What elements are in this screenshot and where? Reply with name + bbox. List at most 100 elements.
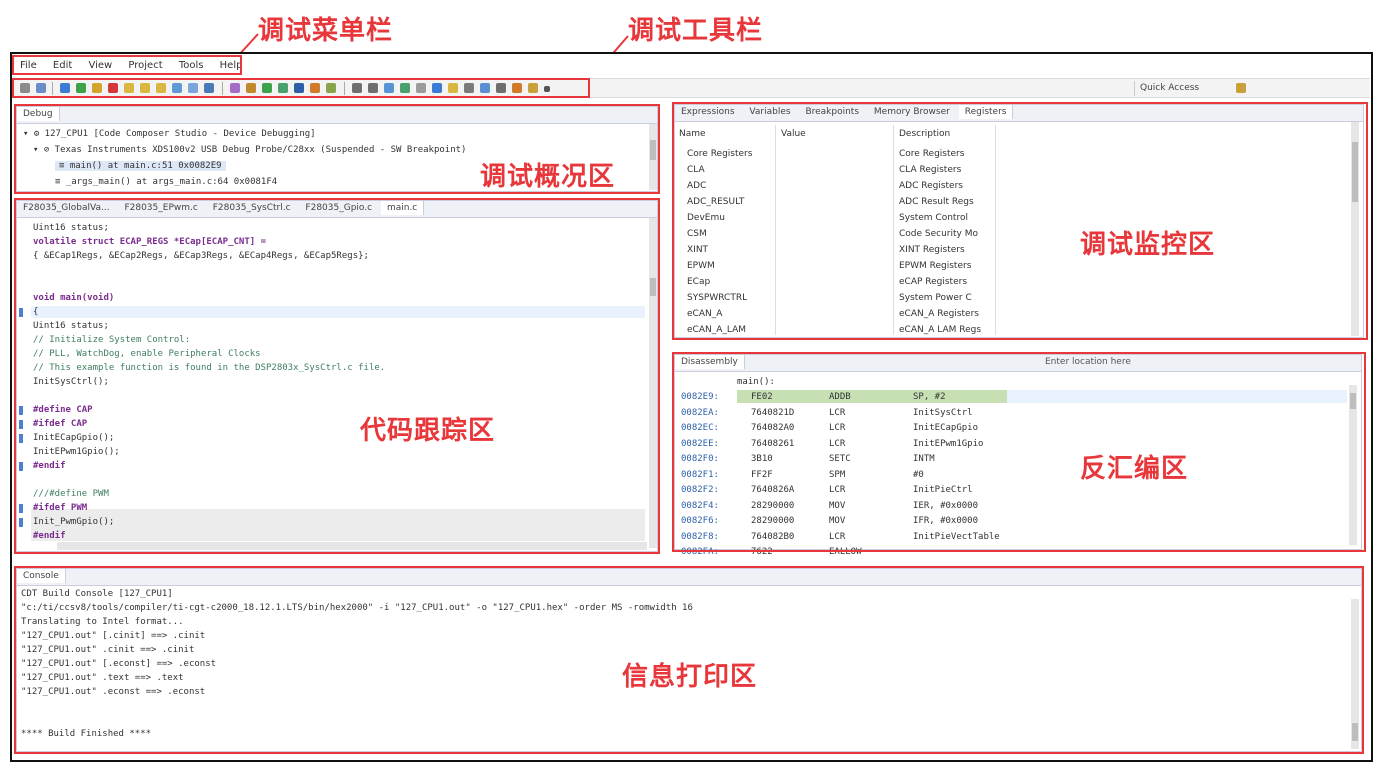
menu-file[interactable]: File bbox=[20, 60, 37, 71]
tab-epwm[interactable]: F28035_EPwm.c bbox=[118, 201, 203, 215]
chart-icon[interactable] bbox=[448, 83, 458, 93]
disasm-address[interactable]: 0082F0: bbox=[681, 454, 719, 464]
flash-icon[interactable] bbox=[246, 83, 256, 93]
register-name[interactable]: ADC_RESULT bbox=[687, 197, 744, 207]
disasm-address[interactable]: 0082F2: bbox=[681, 485, 719, 495]
disasm-address[interactable]: 0082F8: bbox=[681, 532, 719, 542]
forward-icon[interactable] bbox=[368, 83, 378, 93]
tab-disassembly[interactable]: Disassembly bbox=[675, 355, 745, 369]
disasm-address[interactable]: 0082F1: bbox=[681, 470, 719, 480]
tag-icon[interactable] bbox=[512, 83, 522, 93]
debug-scrollbar[interactable] bbox=[649, 124, 657, 190]
code-line[interactable]: Uint16 status; bbox=[33, 223, 109, 233]
menu-project[interactable]: Project bbox=[128, 60, 162, 71]
code-line[interactable]: #endif bbox=[33, 461, 66, 471]
list-icon[interactable] bbox=[480, 83, 490, 93]
suspend-icon[interactable] bbox=[92, 83, 102, 93]
step-return-icon[interactable] bbox=[156, 83, 166, 93]
register-name[interactable]: eCAN_A bbox=[687, 309, 722, 319]
menu-view[interactable]: View bbox=[88, 60, 112, 71]
register-name[interactable]: DevEmu bbox=[687, 213, 725, 223]
code-line[interactable]: // PLL, WatchDog, enable Peripheral Cloc… bbox=[33, 349, 261, 359]
tab-sysctrl[interactable]: F28035_SysCtrl.c bbox=[207, 201, 297, 215]
menu-tools[interactable]: Tools bbox=[179, 60, 204, 71]
debug-frame-args[interactable]: ≡ _args_main() at args_main.c:64 0x0081F… bbox=[55, 177, 277, 187]
code-line[interactable]: #endif bbox=[33, 531, 66, 541]
register-name[interactable]: CLA bbox=[687, 165, 705, 175]
console-icon[interactable] bbox=[496, 83, 506, 93]
code-line[interactable]: #define CAP bbox=[33, 405, 93, 415]
resume-icon[interactable] bbox=[76, 83, 86, 93]
settings-icon[interactable] bbox=[464, 83, 474, 93]
tab-registers[interactable]: Registers bbox=[958, 105, 1014, 119]
code-line[interactable]: void main(void) bbox=[33, 293, 114, 303]
terminate-icon[interactable] bbox=[108, 83, 118, 93]
build-icon[interactable] bbox=[230, 83, 240, 93]
register-name[interactable]: CSM bbox=[687, 229, 707, 239]
disasm-address[interactable]: 0082EC: bbox=[681, 423, 719, 433]
disasm-address[interactable]: 0082F4: bbox=[681, 501, 719, 511]
code-line[interactable]: Uint16 status; bbox=[33, 321, 109, 331]
chevron-down-icon[interactable] bbox=[544, 86, 550, 92]
disasm-address[interactable]: 0082F6: bbox=[681, 516, 719, 526]
code-line[interactable]: Init_PwmGpio(); bbox=[33, 517, 114, 527]
connect-icon[interactable] bbox=[204, 83, 214, 93]
code-line[interactable]: { &ECap1Regs, &ECap2Regs, &ECap3Regs, &E… bbox=[33, 251, 369, 261]
tab-expressions[interactable]: Expressions bbox=[675, 105, 741, 119]
code-line[interactable]: // Initialize System Control: bbox=[33, 335, 190, 345]
register-name[interactable]: SYSPWRCTRL bbox=[687, 293, 747, 303]
quick-access-field[interactable]: Quick Access bbox=[1134, 81, 1220, 96]
tab-main-c[interactable]: main.c bbox=[380, 201, 425, 215]
debug-session-line[interactable]: ▾ ⚙ 127_CPU1 [Code Composer Studio - Dev… bbox=[23, 129, 316, 139]
menu-edit[interactable]: Edit bbox=[53, 60, 72, 71]
disasm-address[interactable]: 0082EA: bbox=[681, 408, 719, 418]
disasm-address[interactable]: 0082FA: bbox=[681, 547, 719, 557]
disasm-scrollbar[interactable] bbox=[1349, 385, 1357, 545]
run-icon[interactable] bbox=[262, 83, 272, 93]
register-name[interactable]: XINT bbox=[687, 245, 708, 255]
step-into-icon[interactable] bbox=[124, 83, 134, 93]
debug-probe-line[interactable]: ▾ ⊘ Texas Instruments XDS100v2 USB Debug… bbox=[33, 145, 466, 155]
editor-hscrollbar[interactable] bbox=[57, 542, 647, 550]
code-line[interactable]: InitECapGpio(); bbox=[33, 433, 114, 443]
breakpoint-icon[interactable] bbox=[294, 83, 304, 93]
register-name[interactable]: EPWM bbox=[687, 261, 715, 271]
save-icon[interactable] bbox=[36, 83, 46, 93]
register-name[interactable]: ECap bbox=[687, 277, 710, 287]
tab-console[interactable]: Console bbox=[17, 569, 66, 583]
code-line[interactable]: #ifdef PWM bbox=[33, 503, 87, 513]
register-name[interactable]: ADC bbox=[687, 181, 706, 191]
monitor-scrollbar[interactable] bbox=[1351, 122, 1359, 336]
disasm-address[interactable]: 0082E9: bbox=[681, 392, 719, 402]
grid-icon[interactable] bbox=[416, 83, 426, 93]
tab-globalvars[interactable]: F28035_GlobalVa... bbox=[17, 201, 116, 215]
code-line[interactable]: { bbox=[33, 307, 38, 317]
tab-memory-browser[interactable]: Memory Browser bbox=[868, 105, 956, 119]
register-name[interactable]: eCAN_A_LAM bbox=[687, 325, 746, 335]
reset-icon[interactable] bbox=[188, 83, 198, 93]
plugin-icon[interactable] bbox=[528, 83, 538, 93]
tab-gpio[interactable]: F28035_Gpio.c bbox=[299, 201, 378, 215]
new-icon[interactable] bbox=[20, 83, 30, 93]
restart-icon[interactable] bbox=[172, 83, 182, 93]
location-field[interactable]: Enter location here bbox=[1045, 357, 1131, 367]
code-line[interactable]: volatile struct ECAP_REGS *ECap[ECAP_CNT… bbox=[33, 237, 266, 247]
perspective-icon[interactable] bbox=[1236, 83, 1246, 93]
search-icon[interactable] bbox=[310, 83, 320, 93]
console-scrollbar[interactable] bbox=[1351, 599, 1359, 749]
code-line[interactable]: InitSysCtrl(); bbox=[33, 377, 109, 387]
refresh-icon[interactable] bbox=[400, 83, 410, 93]
back-icon[interactable] bbox=[352, 83, 362, 93]
debug-frame-main[interactable]: ≡ main() at main.c:51 0x0082E9 bbox=[55, 161, 226, 171]
debug-icon[interactable] bbox=[60, 83, 70, 93]
register-name[interactable]: Core Registers bbox=[687, 149, 752, 159]
code-line[interactable]: #ifdef CAP bbox=[33, 419, 87, 429]
wrench-icon[interactable] bbox=[326, 83, 336, 93]
tab-debug[interactable]: Debug bbox=[17, 107, 60, 121]
tab-variables[interactable]: Variables bbox=[743, 105, 796, 119]
editor-scrollbar[interactable] bbox=[649, 218, 657, 548]
tab-breakpoints[interactable]: Breakpoints bbox=[799, 105, 865, 119]
code-line[interactable]: ///#define PWM bbox=[33, 489, 109, 499]
step-over-icon[interactable] bbox=[140, 83, 150, 93]
code-line[interactable]: InitEPwm1Gpio(); bbox=[33, 447, 120, 457]
